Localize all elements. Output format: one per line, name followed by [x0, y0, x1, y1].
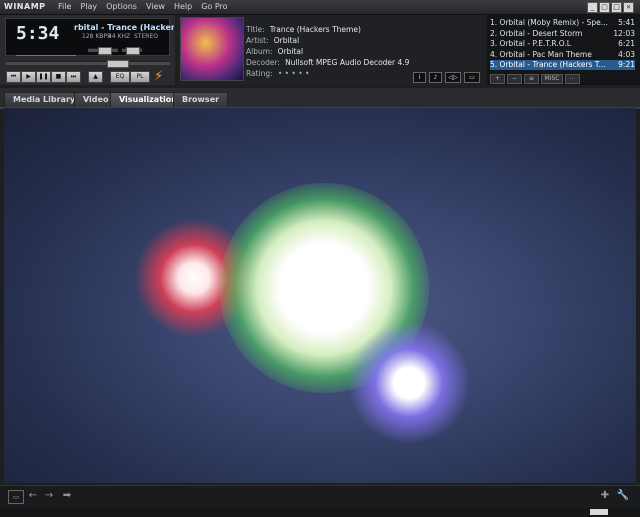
lightning-icon[interactable]: ⚡: [154, 69, 163, 84]
track-info-panel: Title: Trance (Hackers Theme) Artist: Or…: [178, 15, 484, 85]
status-strip: [0, 508, 640, 517]
playlist-item-duration: 12:03: [613, 28, 635, 38]
bitrate-readout: 128 KBPS: [82, 33, 111, 40]
add-plugin-icon[interactable]: ✚: [598, 490, 612, 502]
playlist-item-title: 1. Orbital (Moby Remix) - Spe...: [490, 18, 608, 27]
seek-bar[interactable]: [6, 60, 170, 68]
play-button[interactable]: ▶: [21, 71, 36, 83]
playlist-toggle-button[interactable]: PL: [130, 71, 150, 83]
playlist-item-duration: 5:41: [618, 18, 635, 27]
close-button[interactable]: ×: [623, 2, 634, 13]
playlist-item-title: 2. Orbital - Desert Storm: [490, 28, 583, 38]
rating-stars[interactable]: • • • • •: [278, 69, 310, 78]
playlist-item-title: 3. Orbital - P.E.T.R.O.L: [490, 39, 571, 48]
playlist-item-duration: 6:21: [618, 39, 635, 48]
next-button[interactable]: ⏭: [66, 71, 81, 83]
tab-bar: Media Library Video Visualization Browse…: [0, 88, 640, 109]
playlist-item[interactable]: 3. Orbital - P.E.T.R.O.L 6:21: [490, 39, 635, 49]
menu-go-pro[interactable]: Go Pro: [201, 2, 227, 11]
back-arrow-icon[interactable]: ←: [26, 490, 40, 502]
album-art[interactable]: [180, 17, 244, 81]
stereo-indicator: STEREO: [134, 33, 158, 40]
window-button[interactable]: ▭: [464, 72, 480, 83]
spectrum-analyzer[interactable]: [16, 47, 76, 56]
maximize-button[interactable]: □: [611, 2, 622, 13]
previous-button[interactable]: ⏮: [6, 71, 21, 83]
visualization-canvas[interactable]: [4, 108, 636, 483]
playlist-item-duration: 4:03: [618, 49, 635, 59]
pause-button[interactable]: ❚❚: [36, 71, 51, 83]
balance-knob[interactable]: [126, 47, 140, 55]
player-panel: 5:34 rbital - Trance (Hackers Theme) 128…: [0, 15, 175, 85]
menu-file[interactable]: File: [58, 2, 71, 11]
app-title: WINAMP: [4, 2, 46, 11]
lyrics-button[interactable]: ♪: [429, 72, 442, 83]
playlist-list-button[interactable]: ⋯: [565, 74, 580, 84]
menu-play[interactable]: Play: [80, 2, 97, 11]
shade-button[interactable]: ▢: [599, 2, 610, 13]
menu-view[interactable]: View: [146, 2, 165, 11]
playlist-item-duration: 9:21: [618, 60, 635, 69]
volume-slider[interactable]: [88, 47, 118, 55]
eq-button[interactable]: EQ: [110, 71, 130, 83]
balance-slider[interactable]: [122, 47, 142, 55]
playlist-item-title: 4. Orbital - Pac Man Theme: [490, 49, 592, 59]
go-arrow-icon[interactable]: ➡: [60, 490, 74, 502]
playlist-item-title: 5. Orbital - Trance (Hackers T...: [490, 60, 606, 69]
playlist-item[interactable]: 4. Orbital - Pac Man Theme 4:03: [490, 50, 635, 60]
resize-grip[interactable]: [590, 509, 608, 515]
info-rating-row: Rating: • • • • •: [246, 61, 309, 80]
menu-help[interactable]: Help: [174, 2, 192, 11]
menu-options[interactable]: Options: [106, 2, 137, 11]
minimize-button[interactable]: _: [587, 2, 598, 13]
title-bar: WINAMP File Play Options View Help Go Pr…: [0, 0, 640, 15]
elapsed-time[interactable]: 5:34: [16, 23, 59, 44]
bottom-toolbar: ▭ ← → ➡ ✚ 🔧: [0, 485, 640, 508]
eject-button[interactable]: ▲: [88, 71, 103, 83]
playlist-misc-button[interactable]: MISC: [541, 74, 563, 84]
window-icon[interactable]: ▭: [8, 490, 24, 504]
volume-knob[interactable]: [97, 47, 112, 55]
forward-arrow-icon[interactable]: →: [42, 490, 56, 502]
playlist-panel: 1. Orbital (Moby Remix) - Spe... 5:41 2. O…: [487, 15, 640, 85]
playlist-item[interactable]: 2. Orbital - Desert Storm 12:03: [490, 29, 635, 39]
playlist-select-button[interactable]: ≡: [524, 74, 539, 84]
playlist-remove-button[interactable]: −: [507, 74, 522, 84]
seek-knob[interactable]: [106, 60, 129, 68]
playlist-add-button[interactable]: +: [490, 74, 505, 84]
playlist-item[interactable]: 1. Orbital (Moby Remix) - Spe... 5:41: [490, 18, 635, 28]
samplerate-readout: 44 KHZ: [108, 33, 131, 40]
tab-browser[interactable]: Browser: [173, 92, 229, 107]
rating-label: Rating:: [246, 69, 273, 78]
tab-media-library[interactable]: Media Library: [4, 92, 85, 107]
blue-light-orb: [349, 323, 469, 443]
wrench-icon[interactable]: 🔧: [616, 490, 630, 502]
scrolling-title: rbital - Trance (Hackers Theme): [74, 23, 174, 32]
nav-button[interactable]: ◁▷: [445, 72, 461, 83]
playlist-item[interactable]: 5. Orbital - Trance (Hackers T... 9:21: [490, 60, 635, 70]
menu-bar: File Play Options View Help Go Pro: [58, 2, 228, 11]
stop-button[interactable]: ■: [51, 71, 66, 83]
info-button[interactable]: i: [413, 72, 426, 83]
